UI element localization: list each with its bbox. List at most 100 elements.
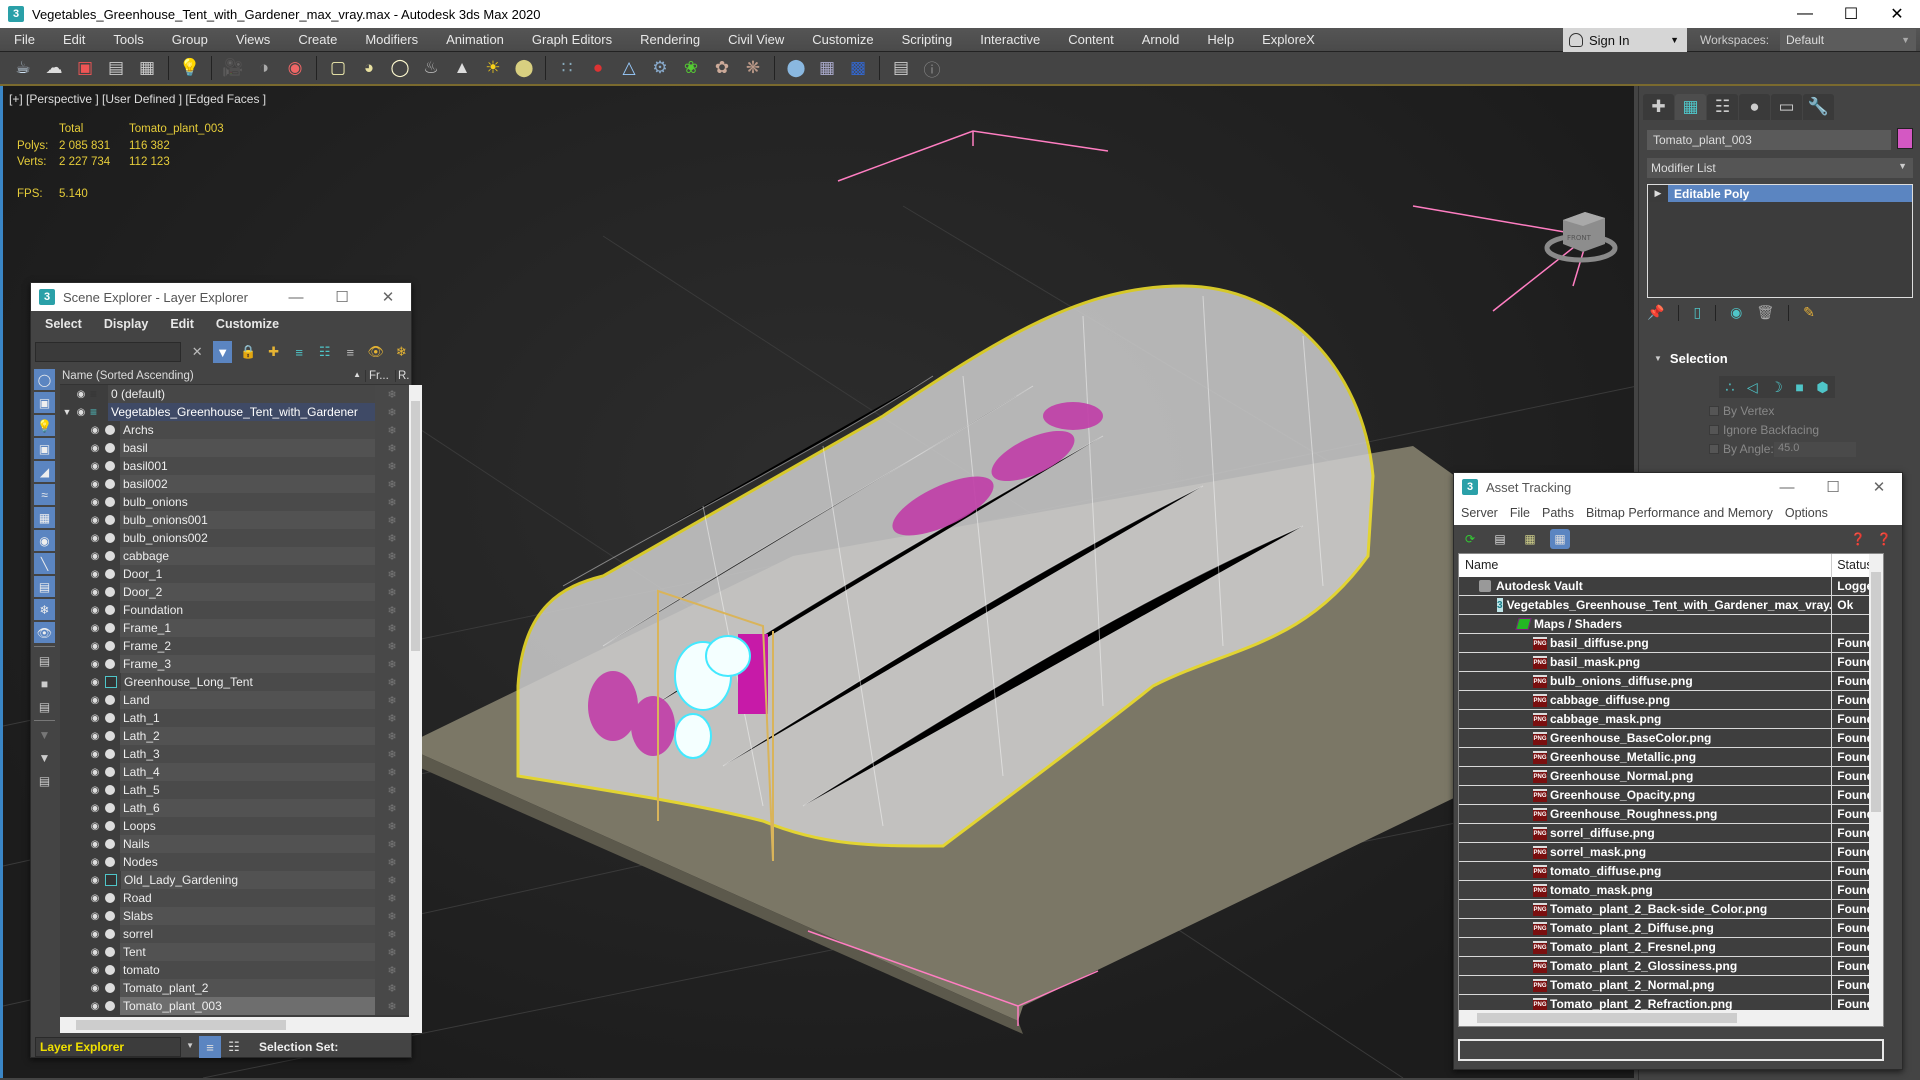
by-angle-checkbox[interactable]: By Angle: <box>1709 442 1774 456</box>
freeze-icon[interactable]: ❄ <box>375 547 409 565</box>
light-lister-icon[interactable]: 💡 <box>177 55 203 81</box>
se-menu-edit[interactable]: Edit <box>170 317 194 331</box>
object-row[interactable]: ◉ Lath_6 ❄ <box>60 799 409 817</box>
maximize-button[interactable]: ☐ <box>1828 0 1874 28</box>
freeze-icon[interactable]: ❄ <box>375 583 409 601</box>
freeze-icon[interactable]: ❄ <box>375 493 409 511</box>
freeze-icon[interactable]: ❄ <box>375 925 409 943</box>
menu-create[interactable]: Create <box>284 28 351 52</box>
object-name[interactable]: cabbage <box>120 547 375 565</box>
object-name[interactable]: Frame_3 <box>120 655 375 673</box>
lock-icon[interactable]: 🔒 <box>238 341 258 363</box>
freeze-icon[interactable]: ❄ <box>375 799 409 817</box>
object-row[interactable]: ◉ Lath_2 ❄ <box>60 727 409 745</box>
asset-row-vault[interactable]: Autodesk Vault Logged Out <box>1459 577 1883 596</box>
object-row[interactable]: ◉ Frame_1 ❄ <box>60 619 409 637</box>
freeze-icon[interactable]: ❄ <box>375 565 409 583</box>
object-row[interactable]: ◉ Lath_5 ❄ <box>60 781 409 799</box>
by-vertex-checkbox[interactable]: By Vertex <box>1709 404 1774 418</box>
at-menu-server[interactable]: Server <box>1461 506 1498 520</box>
scene-explorer-titlebar[interactable]: 3 Scene Explorer - Layer Explorer — ☐ ✕ <box>31 283 411 311</box>
modify-tab-icon[interactable]: ▦ <box>1675 94 1706 120</box>
gear-icon[interactable]: ⚙ <box>647 55 673 81</box>
modifier-stack[interactable]: ▶ Editable Poly <box>1647 184 1913 298</box>
freeze-icon[interactable]: ❄ <box>375 511 409 529</box>
minimize-button[interactable]: — <box>273 283 319 311</box>
object-row[interactable]: ◉ cabbage ❄ <box>60 547 409 565</box>
close-button[interactable]: ✕ <box>1874 0 1920 28</box>
sort-by-hierarchy-icon[interactable]: ☷ <box>223 1036 245 1058</box>
containers-filter-icon[interactable]: ▤ <box>34 576 55 597</box>
menu-file[interactable]: File <box>0 28 49 52</box>
display-tab-icon[interactable]: ▭ <box>1771 94 1802 120</box>
vault-help-icon[interactable]: ❓ <box>1848 529 1868 549</box>
name-column-header[interactable]: Name <box>1459 554 1833 577</box>
freeze-icon[interactable]: ❄ <box>375 817 409 835</box>
teapot-wire-icon[interactable]: ♨ <box>418 55 444 81</box>
freeze-icon[interactable]: ❄ <box>375 403 409 421</box>
expand-icon[interactable]: ▶ <box>1648 185 1668 202</box>
freeze-icon[interactable]: ❄ <box>375 655 409 673</box>
vertex-mode-icon[interactable]: ∴ <box>1725 379 1734 396</box>
object-name[interactable]: Road <box>120 889 375 907</box>
object-name[interactable]: Greenhouse_Long_Tent <box>121 673 375 691</box>
object-name[interactable]: bulb_onions <box>120 493 375 511</box>
asset-row-map[interactable]: PNG Tomato_plant_2_Diffuse.png Found <box>1459 919 1883 938</box>
horizontal-scrollbar[interactable] <box>60 1017 422 1033</box>
object-row[interactable]: ◉ Frame_3 ❄ <box>60 655 409 673</box>
object-name[interactable]: Nodes <box>120 853 375 871</box>
asset-row-file[interactable]: 3 Vegetables_Greenhouse_Tent_with_Gardene… <box>1459 596 1883 615</box>
menu-interactive[interactable]: Interactive <box>966 28 1054 52</box>
menu-help[interactable]: Help <box>1193 28 1248 52</box>
object-name[interactable]: Frame_2 <box>120 637 375 655</box>
object-row[interactable]: ◉ basil ❄ <box>60 439 409 457</box>
asset-row-map[interactable]: PNG tomato_diffuse.png Found <box>1459 862 1883 881</box>
sphere-light-icon[interactable]: ◯ <box>387 55 413 81</box>
pin-stack-icon[interactable]: 📌 <box>1647 304 1664 321</box>
object-row[interactable]: ◉ Archs ❄ <box>60 421 409 439</box>
visibility-eye-icon[interactable]: ◉ <box>88 461 102 472</box>
freeze-icon[interactable]: ❄ <box>375 673 409 691</box>
object-row[interactable]: ◉ Door_1 ❄ <box>60 565 409 583</box>
object-row[interactable]: ◉ Lath_1 ❄ <box>60 709 409 727</box>
layer-name[interactable]: Vegetables_Greenhouse_Tent_with_Gardener <box>108 403 375 421</box>
menu-rendering[interactable]: Rendering <box>626 28 714 52</box>
object-color-swatch[interactable] <box>1897 128 1913 149</box>
invert-display-icon[interactable]: ▤ <box>34 696 55 717</box>
object-row[interactable]: ◉ Frame_2 ❄ <box>60 637 409 655</box>
visibility-eye-icon[interactable]: ◉ <box>88 1001 102 1012</box>
freeze-icon[interactable]: ❄ <box>375 907 409 925</box>
visibility-eye-icon[interactable]: ◉ <box>88 641 102 652</box>
at-menu-paths[interactable]: Paths <box>1542 506 1574 520</box>
hidden-filter-icon[interactable]: 👁 <box>34 622 55 643</box>
render-settings-icon[interactable]: ▦ <box>134 55 160 81</box>
cloud-icon[interactable]: ☁ <box>41 55 67 81</box>
close-button[interactable]: ✕ <box>365 283 411 311</box>
scrollbar-thumb[interactable] <box>411 401 420 651</box>
object-row[interactable]: ◉ basil001 ❄ <box>60 457 409 475</box>
visibility-eye-icon[interactable]: ◉ <box>88 785 102 796</box>
show-end-result-icon[interactable]: ▯ <box>1693 304 1701 321</box>
visibility-eye-icon[interactable]: ◉ <box>88 947 102 958</box>
object-name[interactable]: bulb_onions002 <box>120 529 375 547</box>
angle-spinner[interactable]: 45.0 <box>1774 442 1856 457</box>
object-row[interactable]: ◉ bulb_onions ❄ <box>60 493 409 511</box>
freeze-icon[interactable]: ❄ <box>375 961 409 979</box>
ies-light-icon[interactable]: ⬤ <box>511 55 537 81</box>
workspaces-dropdown[interactable]: Default ▼ <box>1780 29 1916 51</box>
visibility-eye-icon[interactable]: ◉ <box>88 803 102 814</box>
object-row[interactable]: ◉ Tomato_plant_2 ❄ <box>60 979 409 997</box>
xrefs-filter-icon[interactable]: ◉ <box>34 530 55 551</box>
cone-icon[interactable]: ▲ <box>449 55 475 81</box>
element-mode-icon[interactable]: ⬢ <box>1816 379 1828 396</box>
object-row[interactable]: ◉ Slabs ❄ <box>60 907 409 925</box>
menu-animation[interactable]: Animation <box>432 28 518 52</box>
vertical-scrollbar[interactable] <box>1869 554 1883 1010</box>
scrollbar-thumb[interactable] <box>1871 572 1881 812</box>
grass-icon[interactable]: ❀ <box>678 55 704 81</box>
motion-tab-icon[interactable]: ● <box>1739 94 1770 120</box>
helpers-filter-icon[interactable]: ◢ <box>34 461 55 482</box>
list-view-icon[interactable]: ▤ <box>1490 529 1510 549</box>
sign-in-button[interactable]: Sign In ▼ <box>1563 28 1687 52</box>
asset-row-map[interactable]: PNG basil_diffuse.png Found <box>1459 634 1883 653</box>
